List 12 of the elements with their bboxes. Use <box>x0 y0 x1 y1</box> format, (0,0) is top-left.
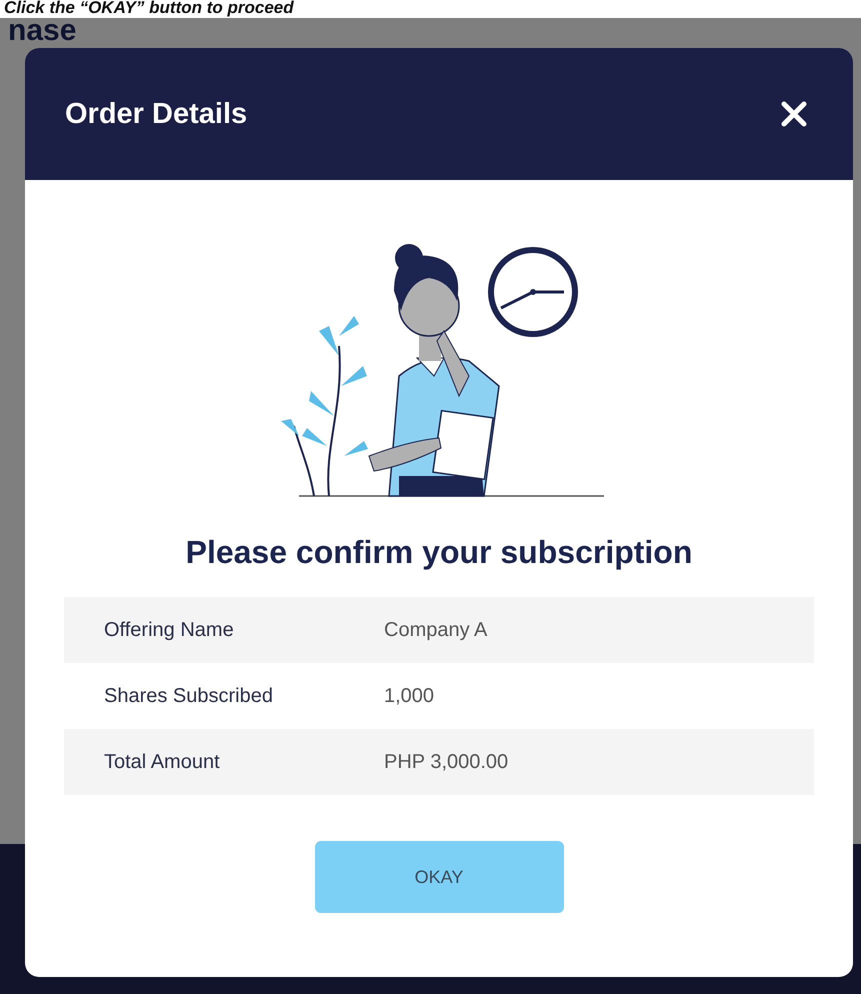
okay-button[interactable]: OKAY <box>314 841 564 913</box>
instruction-text: Click the “OKAY” button to proceed <box>4 0 294 18</box>
detail-label: Total Amount <box>103 750 221 774</box>
detail-label: Shares Subscribed <box>103 684 274 708</box>
page-heading: nase <box>7 16 76 46</box>
detail-value: PHP 3,000.00 <box>384 750 508 774</box>
detail-value: Company A <box>384 618 488 642</box>
detail-label: Offering Name <box>103 618 235 642</box>
close-icon <box>779 99 809 129</box>
confirm-heading: Please confirm your subscription <box>186 534 692 571</box>
detail-value: 1,000 <box>384 684 434 708</box>
dialog-title: Order Details <box>65 98 248 130</box>
